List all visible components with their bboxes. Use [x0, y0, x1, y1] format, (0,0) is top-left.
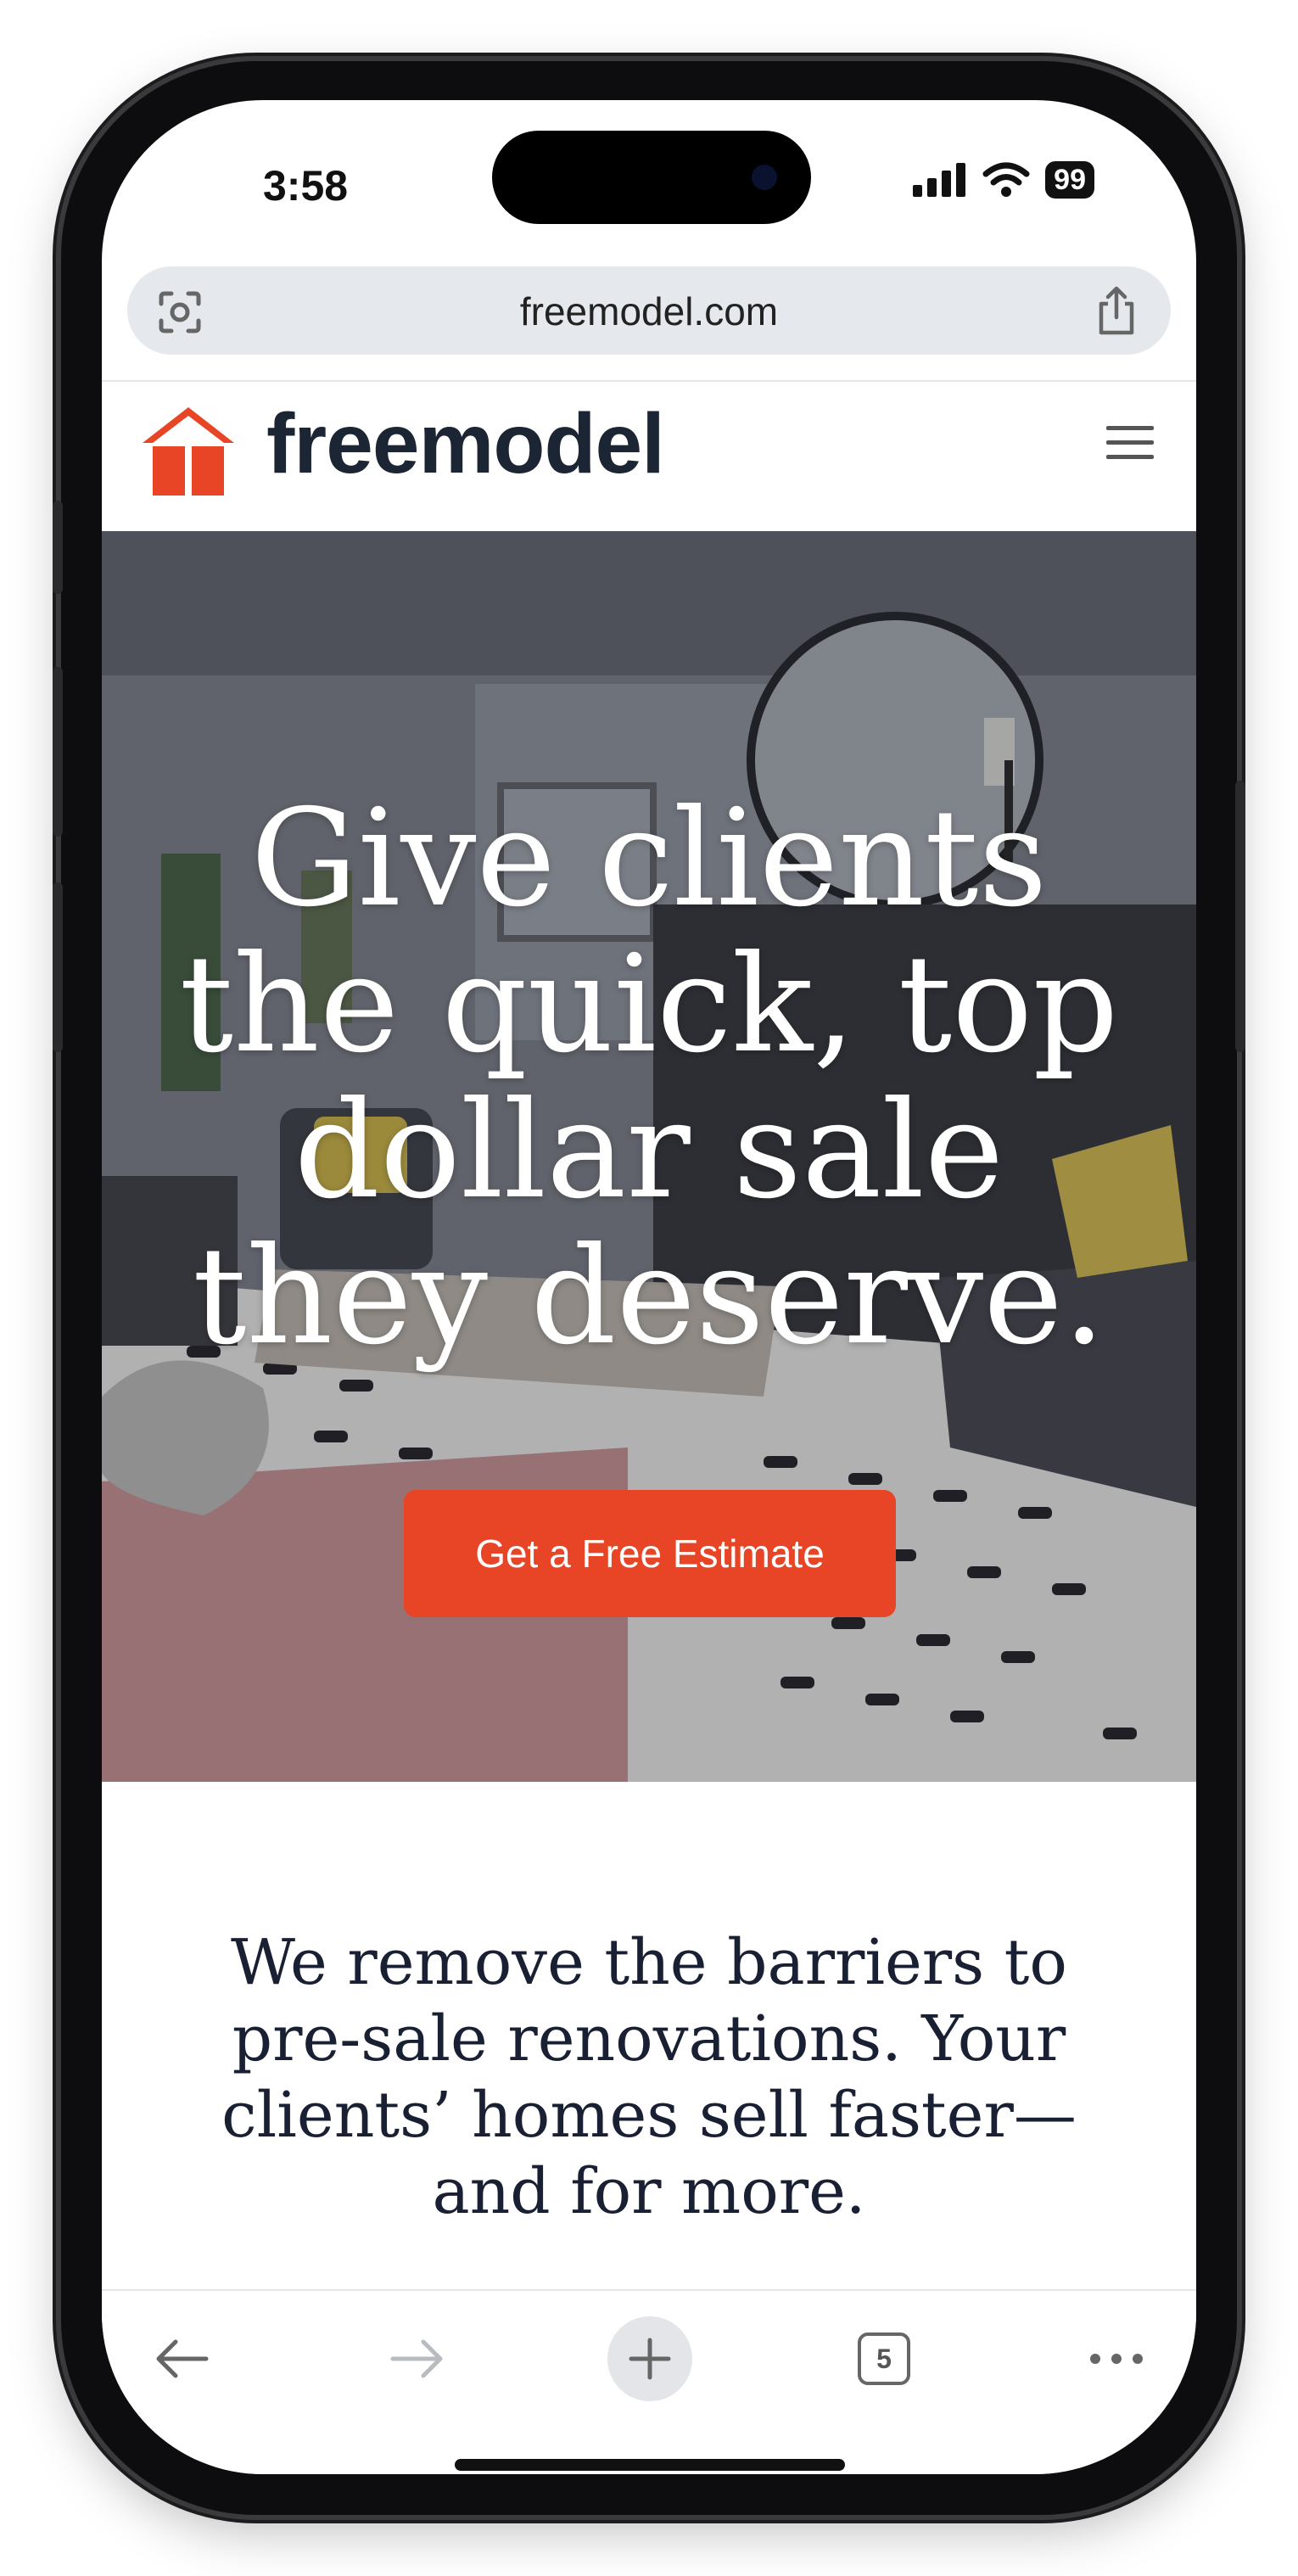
new-tab-button[interactable] — [607, 2316, 692, 2401]
hero-title: Give clients the quick, top dollar sale … — [179, 781, 1119, 1375]
dynamic-island — [492, 131, 811, 224]
signal-icon — [913, 163, 966, 197]
status-bar: 3:58 99 — [102, 100, 1196, 261]
volume-up-button — [53, 667, 63, 837]
wifi-icon — [982, 162, 1030, 197]
phone-screen: 3:58 99 freemodel.com freemodel Give cli… — [102, 100, 1196, 2474]
get-free-estimate-button[interactable]: Get a Free Estimate — [404, 1490, 896, 1617]
more-button[interactable] — [1074, 2316, 1159, 2401]
freemodel-logo-icon[interactable] — [141, 406, 236, 497]
hero-section: Give clients the quick, top dollar sale … — [102, 531, 1196, 1782]
power-button — [1235, 781, 1245, 1052]
volume-down-button — [53, 882, 63, 1052]
front-camera-icon — [752, 165, 777, 190]
hamburger-menu-icon[interactable] — [1106, 426, 1154, 463]
forward-arrow-icon — [390, 2339, 443, 2378]
share-icon[interactable] — [1093, 283, 1140, 338]
tab-count: 5 — [876, 2343, 892, 2374]
home-indicator — [455, 2459, 845, 2471]
action-button — [53, 501, 63, 594]
back-button[interactable] — [139, 2316, 224, 2401]
plus-icon — [629, 2338, 671, 2380]
back-arrow-icon — [156, 2339, 209, 2378]
site-logo-text[interactable]: freemodel — [266, 395, 665, 493]
battery-indicator: 99 — [1045, 161, 1094, 199]
tabs-icon: 5 — [858, 2332, 910, 2385]
browser-toolbar: 5 — [102, 2289, 1196, 2474]
tabs-button[interactable]: 5 — [842, 2316, 926, 2401]
status-time: 3:58 — [263, 162, 349, 210]
site-header: freemodel — [102, 382, 1196, 531]
address-bar[interactable]: freemodel.com — [127, 266, 1171, 355]
tagline-text: We remove the barriers to pre-sale renov… — [221, 1926, 1077, 2228]
url-text[interactable]: freemodel.com — [127, 288, 1171, 334]
status-icons: 99 — [913, 161, 1094, 199]
more-dots-icon — [1090, 2354, 1143, 2364]
forward-button[interactable] — [375, 2316, 460, 2401]
